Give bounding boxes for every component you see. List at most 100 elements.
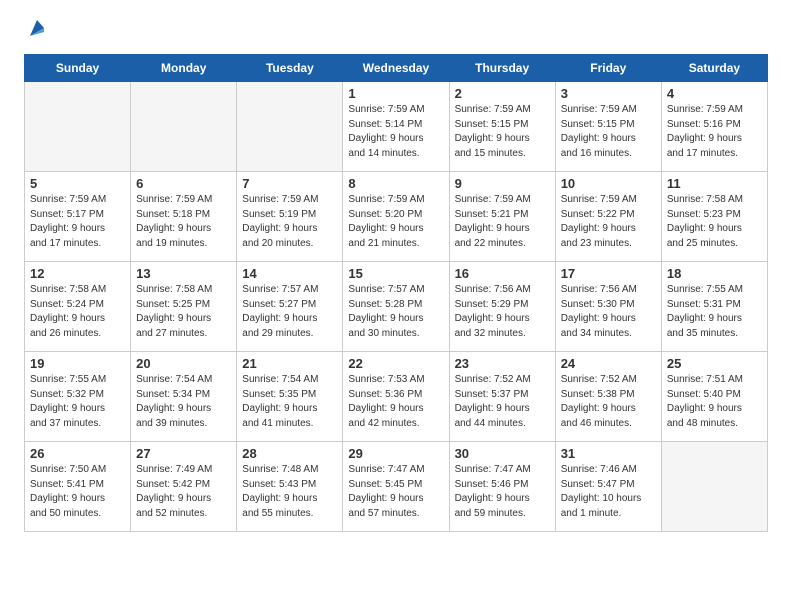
calendar-cell: 26 Sunrise: 7:50 AM Sunset: 5:41 PM Dayli… [25, 442, 131, 532]
calendar-cell: 2 Sunrise: 7:59 AM Sunset: 5:15 PM Daylig… [449, 82, 555, 172]
calendar-cell: 24Sunrise: 7:52 AM Sunset: 5:38 PM Dayli… [555, 352, 661, 442]
day-info: Sunrise: 7:46 AM Sunset: 5:47 PM Dayligh… [561, 463, 656, 521]
day-info: Sunrise: 7:55 AM Sunset: 5:31 PM Dayligh… [667, 283, 762, 341]
calendar-header-saturday: Saturday [661, 55, 767, 82]
day-number: 10 [561, 176, 656, 191]
day-info: Sunrise: 7:58 AM Sunset: 5:25 PM Dayligh… [136, 283, 231, 341]
calendar-cell: 30 Sunrise: 7:47 AM Sunset: 5:46 PM Dayli… [449, 442, 555, 532]
calendar-cell [237, 82, 343, 172]
day-number: 4 [667, 86, 762, 101]
day-info: Sunrise: 7:59 AM Sunset: 5:16 PM Dayligh… [667, 103, 762, 161]
calendar-cell: 1 Sunrise: 7:59 AM Sunset: 5:14 PM Daylig… [343, 82, 449, 172]
day-number: 21 [242, 356, 337, 371]
day-number: 22 [348, 356, 443, 371]
calendar-cell: 23 Sunrise: 7:52 AM Sunset: 5:37 PM Dayli… [449, 352, 555, 442]
day-info: Sunrise: 7:57 AM Sunset: 5:27 PM Dayligh… [242, 283, 337, 341]
day-info: Sunrise: 7:58 AM Sunset: 5:23 PM Dayligh… [667, 193, 762, 251]
day-info: Sunrise: 7:59 AM Sunset: 5:18 PM Dayligh… [136, 193, 231, 251]
calendar-header-friday: Friday [555, 55, 661, 82]
calendar-header-wednesday: Wednesday [343, 55, 449, 82]
calendar-header-row: SundayMondayTuesdayWednesdayThursdayFrid… [25, 55, 768, 82]
calendar-cell: 9 Sunrise: 7:59 AM Sunset: 5:21 PM Daylig… [449, 172, 555, 262]
calendar-cell: 29 Sunrise: 7:47 AM Sunset: 5:45 PM Dayli… [343, 442, 449, 532]
calendar-cell: 8 Sunrise: 7:59 AM Sunset: 5:20 PM Daylig… [343, 172, 449, 262]
header [24, 20, 768, 42]
calendar-cell: 4 Sunrise: 7:59 AM Sunset: 5:16 PM Daylig… [661, 82, 767, 172]
day-number: 17 [561, 266, 656, 281]
day-info: Sunrise: 7:56 AM Sunset: 5:30 PM Dayligh… [561, 283, 656, 341]
day-info: Sunrise: 7:59 AM Sunset: 5:17 PM Dayligh… [30, 193, 125, 251]
day-info: Sunrise: 7:51 AM Sunset: 5:40 PM Dayligh… [667, 373, 762, 431]
day-number: 19 [30, 356, 125, 371]
day-number: 8 [348, 176, 443, 191]
day-info: Sunrise: 7:59 AM Sunset: 5:21 PM Dayligh… [455, 193, 550, 251]
calendar-week-row: 12Sunrise: 7:58 AM Sunset: 5:24 PM Dayli… [25, 262, 768, 352]
day-info: Sunrise: 7:59 AM Sunset: 5:15 PM Dayligh… [561, 103, 656, 161]
calendar-cell: 21Sunrise: 7:54 AM Sunset: 5:35 PM Dayli… [237, 352, 343, 442]
day-number: 3 [561, 86, 656, 101]
calendar-cell: 15 Sunrise: 7:57 AM Sunset: 5:28 PM Dayli… [343, 262, 449, 352]
day-info: Sunrise: 7:55 AM Sunset: 5:32 PM Dayligh… [30, 373, 125, 431]
day-number: 24 [561, 356, 656, 371]
day-number: 5 [30, 176, 125, 191]
calendar-cell: 31Sunrise: 7:46 AM Sunset: 5:47 PM Dayli… [555, 442, 661, 532]
calendar-week-row: 1 Sunrise: 7:59 AM Sunset: 5:14 PM Daylig… [25, 82, 768, 172]
day-number: 25 [667, 356, 762, 371]
calendar-cell: 16Sunrise: 7:56 AM Sunset: 5:29 PM Dayli… [449, 262, 555, 352]
calendar-cell: 12Sunrise: 7:58 AM Sunset: 5:24 PM Dayli… [25, 262, 131, 352]
day-number: 26 [30, 446, 125, 461]
day-number: 28 [242, 446, 337, 461]
day-number: 14 [242, 266, 337, 281]
day-info: Sunrise: 7:59 AM Sunset: 5:22 PM Dayligh… [561, 193, 656, 251]
calendar-header-thursday: Thursday [449, 55, 555, 82]
calendar-week-row: 19 Sunrise: 7:55 AM Sunset: 5:32 PM Dayli… [25, 352, 768, 442]
day-number: 30 [455, 446, 550, 461]
calendar-cell: 28Sunrise: 7:48 AM Sunset: 5:43 PM Dayli… [237, 442, 343, 532]
day-info: Sunrise: 7:58 AM Sunset: 5:24 PM Dayligh… [30, 283, 125, 341]
day-info: Sunrise: 7:50 AM Sunset: 5:41 PM Dayligh… [30, 463, 125, 521]
day-info: Sunrise: 7:47 AM Sunset: 5:46 PM Dayligh… [455, 463, 550, 521]
day-info: Sunrise: 7:59 AM Sunset: 5:14 PM Dayligh… [348, 103, 443, 161]
day-number: 16 [455, 266, 550, 281]
calendar-cell: 5 Sunrise: 7:59 AM Sunset: 5:17 PM Daylig… [25, 172, 131, 262]
calendar-cell: 7Sunrise: 7:59 AM Sunset: 5:19 PM Daylig… [237, 172, 343, 262]
calendar-table: SundayMondayTuesdayWednesdayThursdayFrid… [24, 54, 768, 532]
logo [24, 20, 48, 42]
calendar-cell: 22 Sunrise: 7:53 AM Sunset: 5:36 PM Dayli… [343, 352, 449, 442]
calendar-cell: 14 Sunrise: 7:57 AM Sunset: 5:27 PM Dayli… [237, 262, 343, 352]
day-number: 18 [667, 266, 762, 281]
calendar-header-monday: Monday [131, 55, 237, 82]
day-info: Sunrise: 7:59 AM Sunset: 5:19 PM Dayligh… [242, 193, 337, 251]
calendar-week-row: 26 Sunrise: 7:50 AM Sunset: 5:41 PM Dayli… [25, 442, 768, 532]
day-number: 11 [667, 176, 762, 191]
calendar-cell: 18 Sunrise: 7:55 AM Sunset: 5:31 PM Dayli… [661, 262, 767, 352]
day-number: 20 [136, 356, 231, 371]
day-info: Sunrise: 7:47 AM Sunset: 5:45 PM Dayligh… [348, 463, 443, 521]
day-info: Sunrise: 7:49 AM Sunset: 5:42 PM Dayligh… [136, 463, 231, 521]
calendar-cell: 13 Sunrise: 7:58 AM Sunset: 5:25 PM Dayli… [131, 262, 237, 352]
day-number: 2 [455, 86, 550, 101]
calendar-cell [25, 82, 131, 172]
day-info: Sunrise: 7:52 AM Sunset: 5:37 PM Dayligh… [455, 373, 550, 431]
calendar-week-row: 5 Sunrise: 7:59 AM Sunset: 5:17 PM Daylig… [25, 172, 768, 262]
day-number: 1 [348, 86, 443, 101]
calendar-cell: 25 Sunrise: 7:51 AM Sunset: 5:40 PM Dayli… [661, 352, 767, 442]
day-number: 23 [455, 356, 550, 371]
calendar-cell [661, 442, 767, 532]
calendar-cell: 10 Sunrise: 7:59 AM Sunset: 5:22 PM Dayli… [555, 172, 661, 262]
day-info: Sunrise: 7:54 AM Sunset: 5:34 PM Dayligh… [136, 373, 231, 431]
day-number: 6 [136, 176, 231, 191]
calendar-cell: 27 Sunrise: 7:49 AM Sunset: 5:42 PM Dayli… [131, 442, 237, 532]
day-info: Sunrise: 7:53 AM Sunset: 5:36 PM Dayligh… [348, 373, 443, 431]
day-info: Sunrise: 7:57 AM Sunset: 5:28 PM Dayligh… [348, 283, 443, 341]
day-number: 15 [348, 266, 443, 281]
logo-icon [26, 18, 48, 40]
day-info: Sunrise: 7:59 AM Sunset: 5:20 PM Dayligh… [348, 193, 443, 251]
calendar-cell [131, 82, 237, 172]
page: SundayMondayTuesdayWednesdayThursdayFrid… [0, 0, 792, 548]
day-info: Sunrise: 7:59 AM Sunset: 5:15 PM Dayligh… [455, 103, 550, 161]
day-number: 27 [136, 446, 231, 461]
day-number: 29 [348, 446, 443, 461]
day-number: 13 [136, 266, 231, 281]
day-number: 9 [455, 176, 550, 191]
